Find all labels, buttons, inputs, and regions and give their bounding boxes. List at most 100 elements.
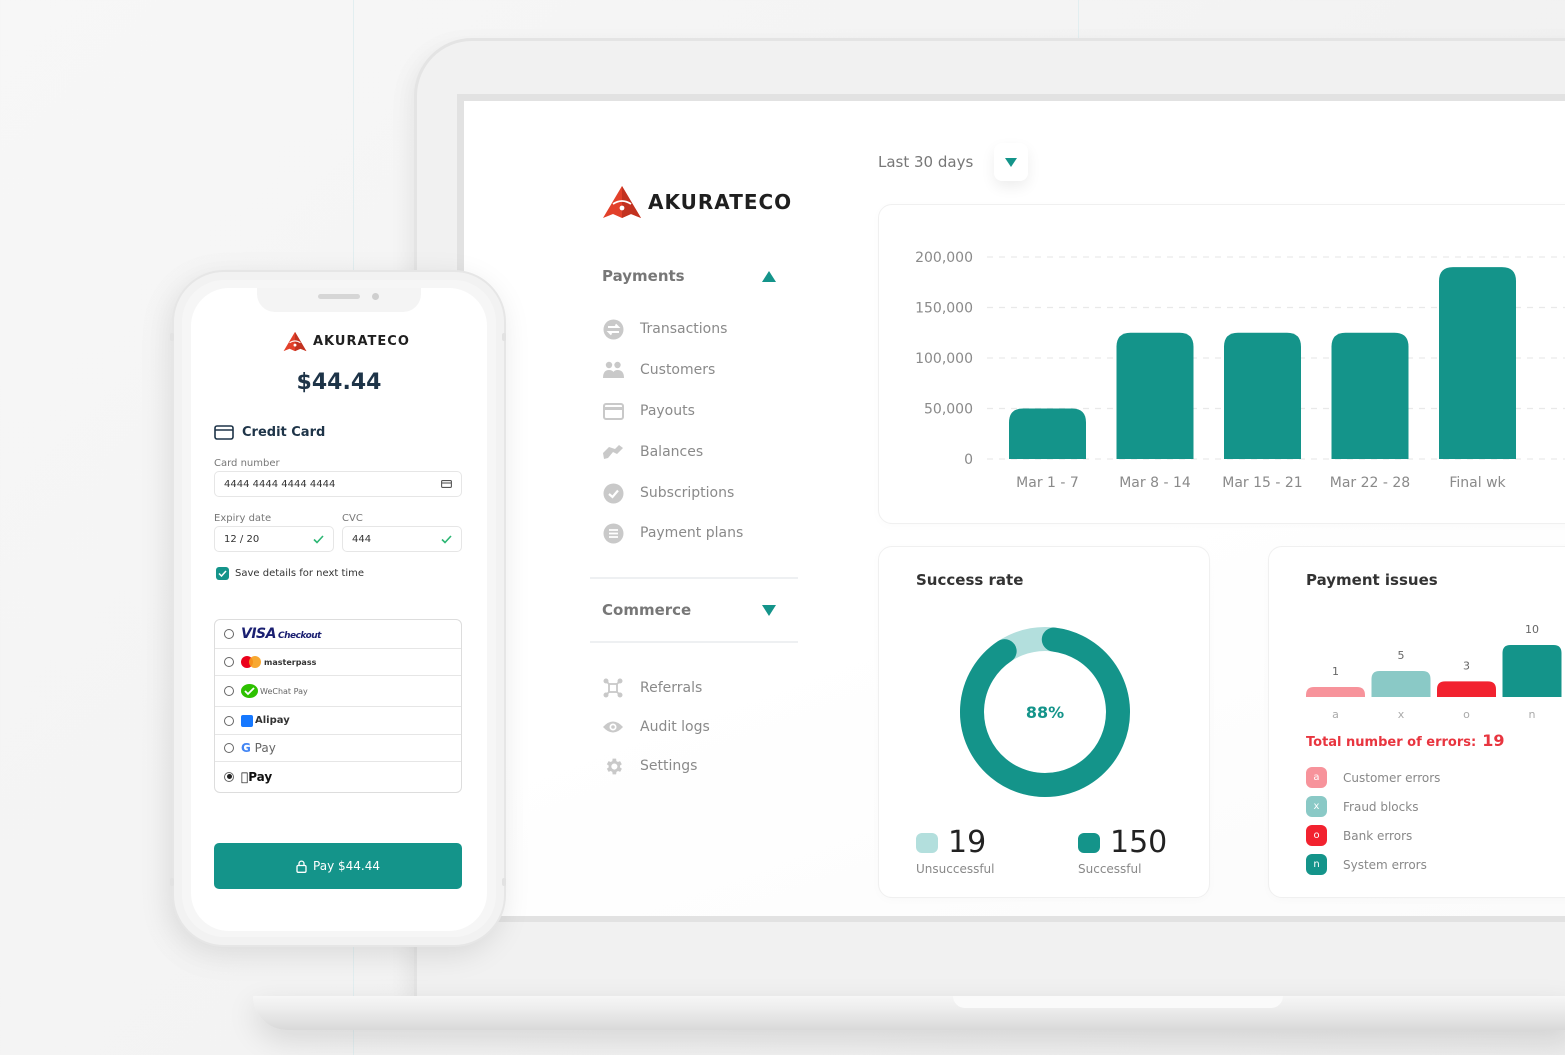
bar[interactable]	[1116, 332, 1194, 459]
gear-icon	[602, 755, 624, 777]
successful-count: 150	[1110, 825, 1168, 860]
nav-item-label: Audit logs	[640, 719, 710, 735]
google-pay-logo: G Pay	[241, 741, 276, 755]
cvc-input[interactable]: 444	[342, 526, 462, 552]
issue-category-label: a	[1332, 708, 1339, 721]
credit-card-icon	[214, 425, 234, 440]
unsuccessful-swatch	[916, 832, 938, 853]
bar[interactable]	[1331, 332, 1409, 459]
unsuccessful-label: Unsuccessful	[916, 862, 995, 876]
nav-section-label: Payments	[602, 267, 685, 285]
date-range-label[interactable]: Last 30 days	[878, 153, 973, 171]
payment-method-alipay[interactable]: Alipay	[215, 707, 461, 735]
nav-item-transactions[interactable]: Transactions	[602, 318, 727, 340]
card-number-input[interactable]: 4444 4444 4444 4444	[214, 471, 462, 497]
bar[interactable]	[1224, 332, 1301, 459]
laptop-base	[253, 996, 1565, 1030]
issue-bar[interactable]	[1371, 671, 1431, 697]
laptop-base-notch	[953, 996, 1283, 1008]
apple-pay-logo: Pay	[241, 770, 272, 784]
radio-button[interactable]	[224, 657, 234, 667]
successful-legend: 150	[1078, 825, 1167, 860]
payment-issues-title: Payment issues	[1306, 571, 1438, 589]
nav-item-balances[interactable]: Balances	[602, 441, 703, 463]
triangle-down-icon	[762, 604, 776, 616]
nav-item-label: Payment plans	[640, 525, 744, 541]
nav-section-commerce[interactable]: Commerce	[590, 577, 798, 643]
brand-name: AKURATECO	[313, 334, 410, 349]
total-errors-value: 19	[1482, 731, 1505, 750]
radio-button[interactable]	[224, 743, 234, 753]
akurateco-logo-icon	[283, 331, 307, 352]
x-tick-label: Mar 15 - 21	[1222, 475, 1302, 491]
cvc-label: CVC	[342, 513, 363, 524]
phone-notch	[257, 288, 421, 312]
legend-label: Customer errors	[1343, 770, 1441, 785]
x-tick-label: Final wk	[1449, 475, 1506, 491]
brand-logo: AKURATECO	[602, 185, 792, 219]
cvc-value: 444	[352, 533, 372, 545]
bar[interactable]	[1009, 408, 1086, 460]
payment-method-wechat-pay[interactable]: WeChat Pay	[215, 676, 461, 707]
payment-method-visa-checkout[interactable]: VISA Checkout	[215, 620, 461, 649]
legend-badge: n	[1306, 854, 1327, 875]
payment-method-google-pay[interactable]: G Pay	[215, 735, 461, 762]
issue-bar[interactable]	[1306, 687, 1365, 697]
masterpass-logo: masterpass	[241, 656, 316, 668]
nav-item-customers[interactable]: Customers	[602, 359, 715, 381]
radio-button[interactable]	[224, 629, 234, 639]
phone-side-button	[170, 333, 174, 341]
date-range-dropdown-button[interactable]	[994, 143, 1028, 181]
nav-item-label: Transactions	[640, 321, 728, 337]
nav-item-subscriptions[interactable]: Subscriptions	[602, 482, 734, 504]
donut-center-label: 88%	[1026, 703, 1064, 722]
visa-checkout-logo: VISA Checkout	[241, 626, 321, 642]
radio-button[interactable]	[224, 715, 234, 726]
radio-button-selected[interactable]	[224, 771, 234, 782]
y-tick-label: 200,000	[915, 250, 973, 266]
issue-bar-value: 3	[1463, 659, 1470, 672]
x-tick-label: Mar 1 - 7	[1016, 475, 1079, 491]
nav-item-payment-plans[interactable]: Payment plans	[602, 522, 743, 544]
successful-swatch	[1078, 832, 1100, 853]
issue-bar[interactable]	[1437, 681, 1496, 697]
triangle-up-icon	[762, 270, 776, 282]
legend-item: n System errors	[1306, 854, 1427, 875]
phone-side-button	[502, 333, 506, 341]
nav-item-audit-logs[interactable]: Audit logs	[602, 716, 710, 738]
issue-bar-value: 10	[1525, 623, 1539, 636]
expiry-label: Expiry date	[214, 513, 272, 524]
card-icon	[602, 400, 624, 422]
payment-method-apple-pay[interactable]: Pay	[215, 762, 461, 791]
checkout-amount: $44.44	[296, 370, 382, 395]
legend-label: Fraud blocks	[1343, 799, 1419, 814]
nav-item-label: Subscriptions	[640, 485, 735, 501]
save-details-label: Save details for next time	[235, 568, 365, 579]
transfer-icon	[602, 318, 624, 340]
nav-section-payments[interactable]: Payments	[590, 265, 798, 287]
card-icon	[441, 480, 452, 488]
issue-bar[interactable]	[1502, 645, 1562, 697]
list-circle-icon	[602, 522, 624, 544]
nav-item-payouts[interactable]: Payouts	[602, 400, 695, 422]
payment-type-heading: Credit Card	[214, 425, 325, 440]
nav-section-label: Commerce	[602, 601, 692, 619]
nav-item-settings[interactable]: Settings	[602, 755, 697, 777]
checkbox-checked[interactable]	[216, 567, 229, 580]
x-tick-label: Mar 8 - 14	[1119, 475, 1191, 491]
bar[interactable]	[1439, 267, 1516, 459]
unsuccessful-legend: 19	[916, 825, 986, 860]
payment-method-masterpass[interactable]: masterpass	[215, 649, 461, 676]
network-icon	[602, 677, 624, 699]
save-details-checkbox[interactable]: Save details for next time	[216, 567, 364, 580]
legend-badge: a	[1306, 767, 1327, 788]
pay-button[interactable]: Pay $44.44	[214, 843, 462, 889]
radio-button[interactable]	[224, 686, 234, 696]
check-icon	[441, 534, 452, 544]
card-number-value: 4444 4444 4444 4444	[224, 478, 336, 490]
legend-badge: o	[1306, 825, 1327, 846]
alipay-logo: Alipay	[241, 714, 290, 727]
akurateco-logo-icon	[603, 186, 641, 218]
expiry-input[interactable]: 12 / 20	[214, 526, 334, 552]
nav-item-referrals[interactable]: Referrals	[602, 677, 702, 699]
